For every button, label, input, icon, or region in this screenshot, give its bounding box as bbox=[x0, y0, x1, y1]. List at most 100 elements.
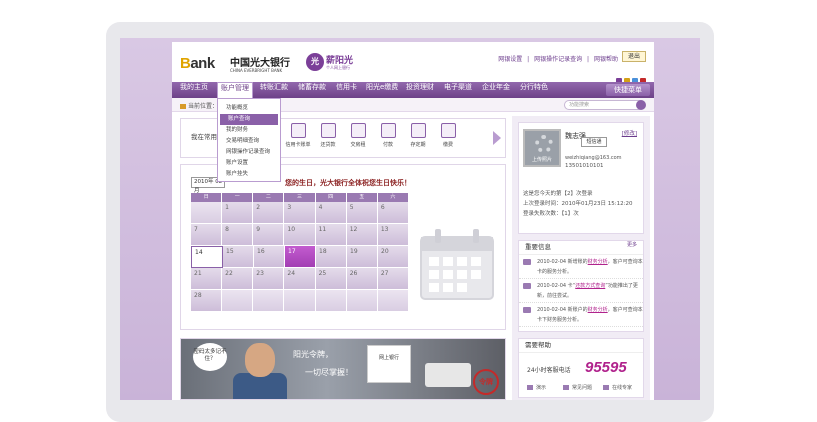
weekday-header: 日 一 二 三 四 五 六 bbox=[191, 193, 409, 202]
last-login-time: 上次登录时间：2010年01月23日 15:12:20 bbox=[523, 201, 633, 207]
pay-icon bbox=[380, 123, 396, 138]
login-count: 这是您今天的第【2】次登录 bbox=[523, 191, 593, 197]
calendar-day[interactable]: 18 bbox=[316, 246, 347, 268]
help-expert-label: 在线专家 bbox=[612, 385, 633, 391]
fav-deposit[interactable]: 存定期 bbox=[405, 123, 431, 148]
nav-credit-card[interactable]: 信用卡 bbox=[336, 82, 357, 98]
banner-person-body bbox=[233, 373, 287, 399]
calendar-day[interactable]: 8 bbox=[222, 224, 254, 246]
menu-item-op-records[interactable]: 网银操作记录查询 bbox=[218, 147, 280, 158]
fav-credit-bill[interactable]: 信用卡账单 bbox=[285, 123, 311, 148]
calendar-day[interactable]: 13 bbox=[377, 224, 409, 246]
calendar-day[interactable]: 28 bbox=[191, 290, 223, 312]
next-arrow-icon[interactable] bbox=[493, 131, 501, 145]
notice-link[interactable]: 还款方式查询 bbox=[575, 283, 605, 289]
search-input[interactable]: 功能搜索 bbox=[564, 100, 644, 110]
fav-bills[interactable]: 缴费 bbox=[435, 123, 461, 148]
calendar-day[interactable]: 19 bbox=[347, 246, 378, 268]
menu-item-account-query[interactable]: 账户查询 bbox=[220, 114, 278, 125]
nav-branch[interactable]: 分行特色 bbox=[520, 82, 548, 98]
calendar-day[interactable]: 16 bbox=[254, 246, 285, 268]
sms-tip-badge[interactable]: 短信通 bbox=[581, 137, 607, 147]
exit-button[interactable]: 退出 bbox=[622, 51, 646, 62]
quick-menu-button[interactable]: 快捷菜单 bbox=[606, 84, 650, 96]
speaker-icon bbox=[523, 259, 531, 265]
bank-logo[interactable]: Bank bbox=[180, 55, 215, 72]
bank-name-cn: 中国光大银行 bbox=[230, 58, 290, 69]
calendar-day[interactable]: 9 bbox=[253, 224, 285, 246]
calendar-day[interactable]: 3 bbox=[284, 202, 316, 224]
notice-text: 2010-02-04 新增账的 bbox=[537, 259, 588, 265]
calendar-day[interactable]: 20 bbox=[378, 246, 409, 268]
menu-item-transactions[interactable]: 交易明细查询 bbox=[218, 136, 280, 147]
notice-item: 2010-02-04 新增账的财务分析，客户可查询本卡的服务分析。 bbox=[519, 255, 643, 279]
calendar-day[interactable]: 5 bbox=[346, 202, 378, 224]
notice-item: 2010-02-04 新账户的财务分析，客户可查询本卡下财务服务分析。 bbox=[519, 303, 643, 327]
search-icon[interactable] bbox=[636, 100, 646, 110]
calendar-day[interactable]: 23 bbox=[253, 268, 285, 290]
bill-icon bbox=[290, 123, 306, 138]
menu-item-report-loss[interactable]: 账户挂失 bbox=[218, 169, 280, 180]
nav-invest[interactable]: 投资理财 bbox=[406, 82, 434, 98]
calendar-empty-cell bbox=[377, 290, 409, 312]
calendar-day[interactable]: 21 bbox=[191, 268, 223, 290]
calendar-day[interactable]: 17 bbox=[285, 246, 316, 268]
calendar-day[interactable]: 1 bbox=[222, 202, 254, 224]
user-photo[interactable]: 上传照片 bbox=[523, 129, 561, 167]
main-nav: 我的主页 账户管理 转账汇款 储蓄存款 信用卡 阳光e缴费 投资理财 电子渠道 … bbox=[172, 82, 654, 98]
help-demo[interactable]: 演示 bbox=[527, 384, 546, 391]
calendar-day[interactable]: 26 bbox=[346, 268, 378, 290]
user-phone: 13501010101 bbox=[565, 163, 604, 169]
calendar-day[interactable]: 22 bbox=[222, 268, 254, 290]
calendar-day[interactable]: 27 bbox=[377, 268, 409, 290]
notices-title: 重要信息 更多 bbox=[519, 241, 643, 255]
modify-link[interactable]: [修改] bbox=[622, 129, 637, 137]
link-sep: | bbox=[587, 56, 590, 63]
fav-label: 付款 bbox=[382, 142, 393, 148]
menu-item-overview[interactable]: 功能概览 bbox=[218, 103, 280, 114]
fav-label: 信用卡账单 bbox=[285, 142, 311, 148]
token-banner[interactable]: 密码太多记不住？ 阳光令牌， 一切尽掌握！ 网上银行 令牌 bbox=[180, 338, 506, 400]
calendar-day[interactable]: 25 bbox=[315, 268, 347, 290]
user-card: 上传照片 魏志强 短信通 [修改] weizhiqiang@163.com 13… bbox=[518, 122, 644, 234]
fav-repay[interactable]: 还贷款 bbox=[315, 123, 341, 148]
notice-link[interactable]: 财务分析 bbox=[588, 259, 608, 265]
nav-transfer[interactable]: 转账汇款 bbox=[260, 82, 288, 98]
nav-account[interactable]: 账户管理 bbox=[217, 82, 253, 98]
link-help[interactable]: 网银帮助 bbox=[594, 56, 618, 63]
nav-channels[interactable]: 电子渠道 bbox=[444, 82, 472, 98]
brand-badge-icon: 光 bbox=[306, 53, 324, 71]
menu-item-settings[interactable]: 账户设置 bbox=[218, 158, 280, 169]
link-records[interactable]: 网银操作记录查询 bbox=[534, 56, 582, 63]
calendar-day[interactable]: 7 bbox=[191, 224, 223, 246]
link-settings[interactable]: 网银设置 bbox=[498, 56, 522, 63]
nav-savings[interactable]: 储蓄存款 bbox=[298, 82, 326, 98]
help-expert[interactable]: 在线专家 bbox=[603, 384, 632, 391]
calendar-day[interactable]: 6 bbox=[377, 202, 409, 224]
help-faq[interactable]: 常见问题 bbox=[563, 384, 592, 391]
notice-link[interactable]: 财务分析 bbox=[588, 307, 608, 313]
token-device-icon bbox=[425, 363, 471, 387]
nav-home[interactable]: 我的主页 bbox=[180, 82, 208, 98]
calendar-day[interactable]: 15 bbox=[223, 246, 254, 268]
calendar-day[interactable]: 14 bbox=[191, 246, 223, 268]
calendar-day[interactable]: 10 bbox=[284, 224, 316, 246]
calendar-day[interactable]: 2 bbox=[253, 202, 285, 224]
calendar-empty-cell bbox=[346, 290, 378, 312]
bank-name-en: CHINA EVERBRIGHT BANK bbox=[230, 68, 283, 73]
account-menu-dropdown: 功能概览 账户查询 我的财务 交易明细查询 网银操作记录查询 账户设置 账户挂失 bbox=[217, 98, 281, 182]
nav-pension[interactable]: 企业年金 bbox=[482, 82, 510, 98]
house-icon bbox=[350, 123, 366, 138]
calendar-row: 123456 bbox=[191, 202, 409, 224]
fav-pay[interactable]: 付款 bbox=[375, 123, 401, 148]
menu-item-finance[interactable]: 我的财务 bbox=[218, 125, 280, 136]
calendar-day[interactable]: 24 bbox=[284, 268, 316, 290]
notices-more-link[interactable]: 更多 bbox=[627, 241, 637, 248]
nav-payment[interactable]: 阳光e缴费 bbox=[366, 82, 398, 98]
calendar-empty-cell bbox=[191, 202, 223, 224]
calendar-day[interactable]: 12 bbox=[346, 224, 378, 246]
calendar-day[interactable]: 4 bbox=[315, 202, 347, 224]
calendar-day[interactable]: 11 bbox=[315, 224, 347, 246]
home-icon bbox=[180, 104, 186, 109]
fav-rent[interactable]: 交房租 bbox=[345, 123, 371, 148]
